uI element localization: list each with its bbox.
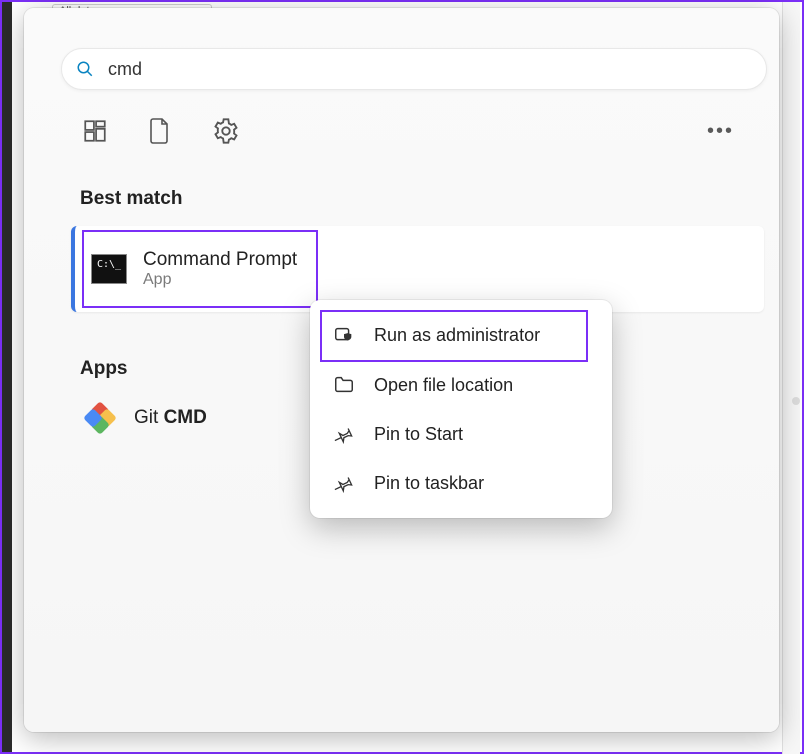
context-label: Pin to taskbar: [374, 473, 484, 494]
more-options-button[interactable]: •••: [707, 120, 742, 143]
search-input[interactable]: [94, 59, 766, 80]
strip-dot: [792, 397, 800, 405]
apps-filter-icon[interactable]: [82, 118, 108, 144]
shield-admin-icon: [332, 324, 356, 346]
background-sidebar-strip: [782, 2, 800, 754]
pin-icon: [332, 474, 356, 494]
best-match-title: Command Prompt: [143, 249, 297, 271]
context-open-file-location[interactable]: Open file location: [310, 360, 612, 410]
app-result-label: Git CMD: [134, 407, 207, 429]
filter-bar: •••: [82, 108, 742, 154]
context-pin-to-start[interactable]: Pin to Start: [310, 410, 612, 459]
context-menu: Run as administrator Open file location …: [310, 300, 612, 518]
screenshot-frame: All dates ⌄: [0, 0, 804, 754]
context-label: Run as administrator: [374, 325, 540, 346]
context-pin-to-taskbar[interactable]: Pin to taskbar: [310, 459, 612, 508]
start-search-panel: ••• Best match C:\_ Command Prompt App A…: [24, 8, 779, 732]
command-prompt-icon: C:\_: [91, 254, 127, 284]
git-cmd-icon: [86, 404, 114, 432]
section-apps: Apps: [80, 358, 128, 380]
context-label: Pin to Start: [374, 424, 463, 445]
settings-filter-icon[interactable]: [212, 117, 240, 145]
search-box[interactable]: [61, 48, 767, 90]
search-icon: [76, 60, 94, 78]
best-match-subtitle: App: [143, 271, 297, 289]
context-run-as-administrator[interactable]: Run as administrator: [310, 310, 612, 360]
pin-icon: [332, 425, 356, 445]
folder-icon: [332, 374, 356, 396]
documents-filter-icon[interactable]: [148, 117, 172, 145]
context-label: Open file location: [374, 375, 513, 396]
section-best-match: Best match: [80, 188, 182, 210]
app-result-git-cmd[interactable]: Git CMD: [86, 404, 207, 432]
